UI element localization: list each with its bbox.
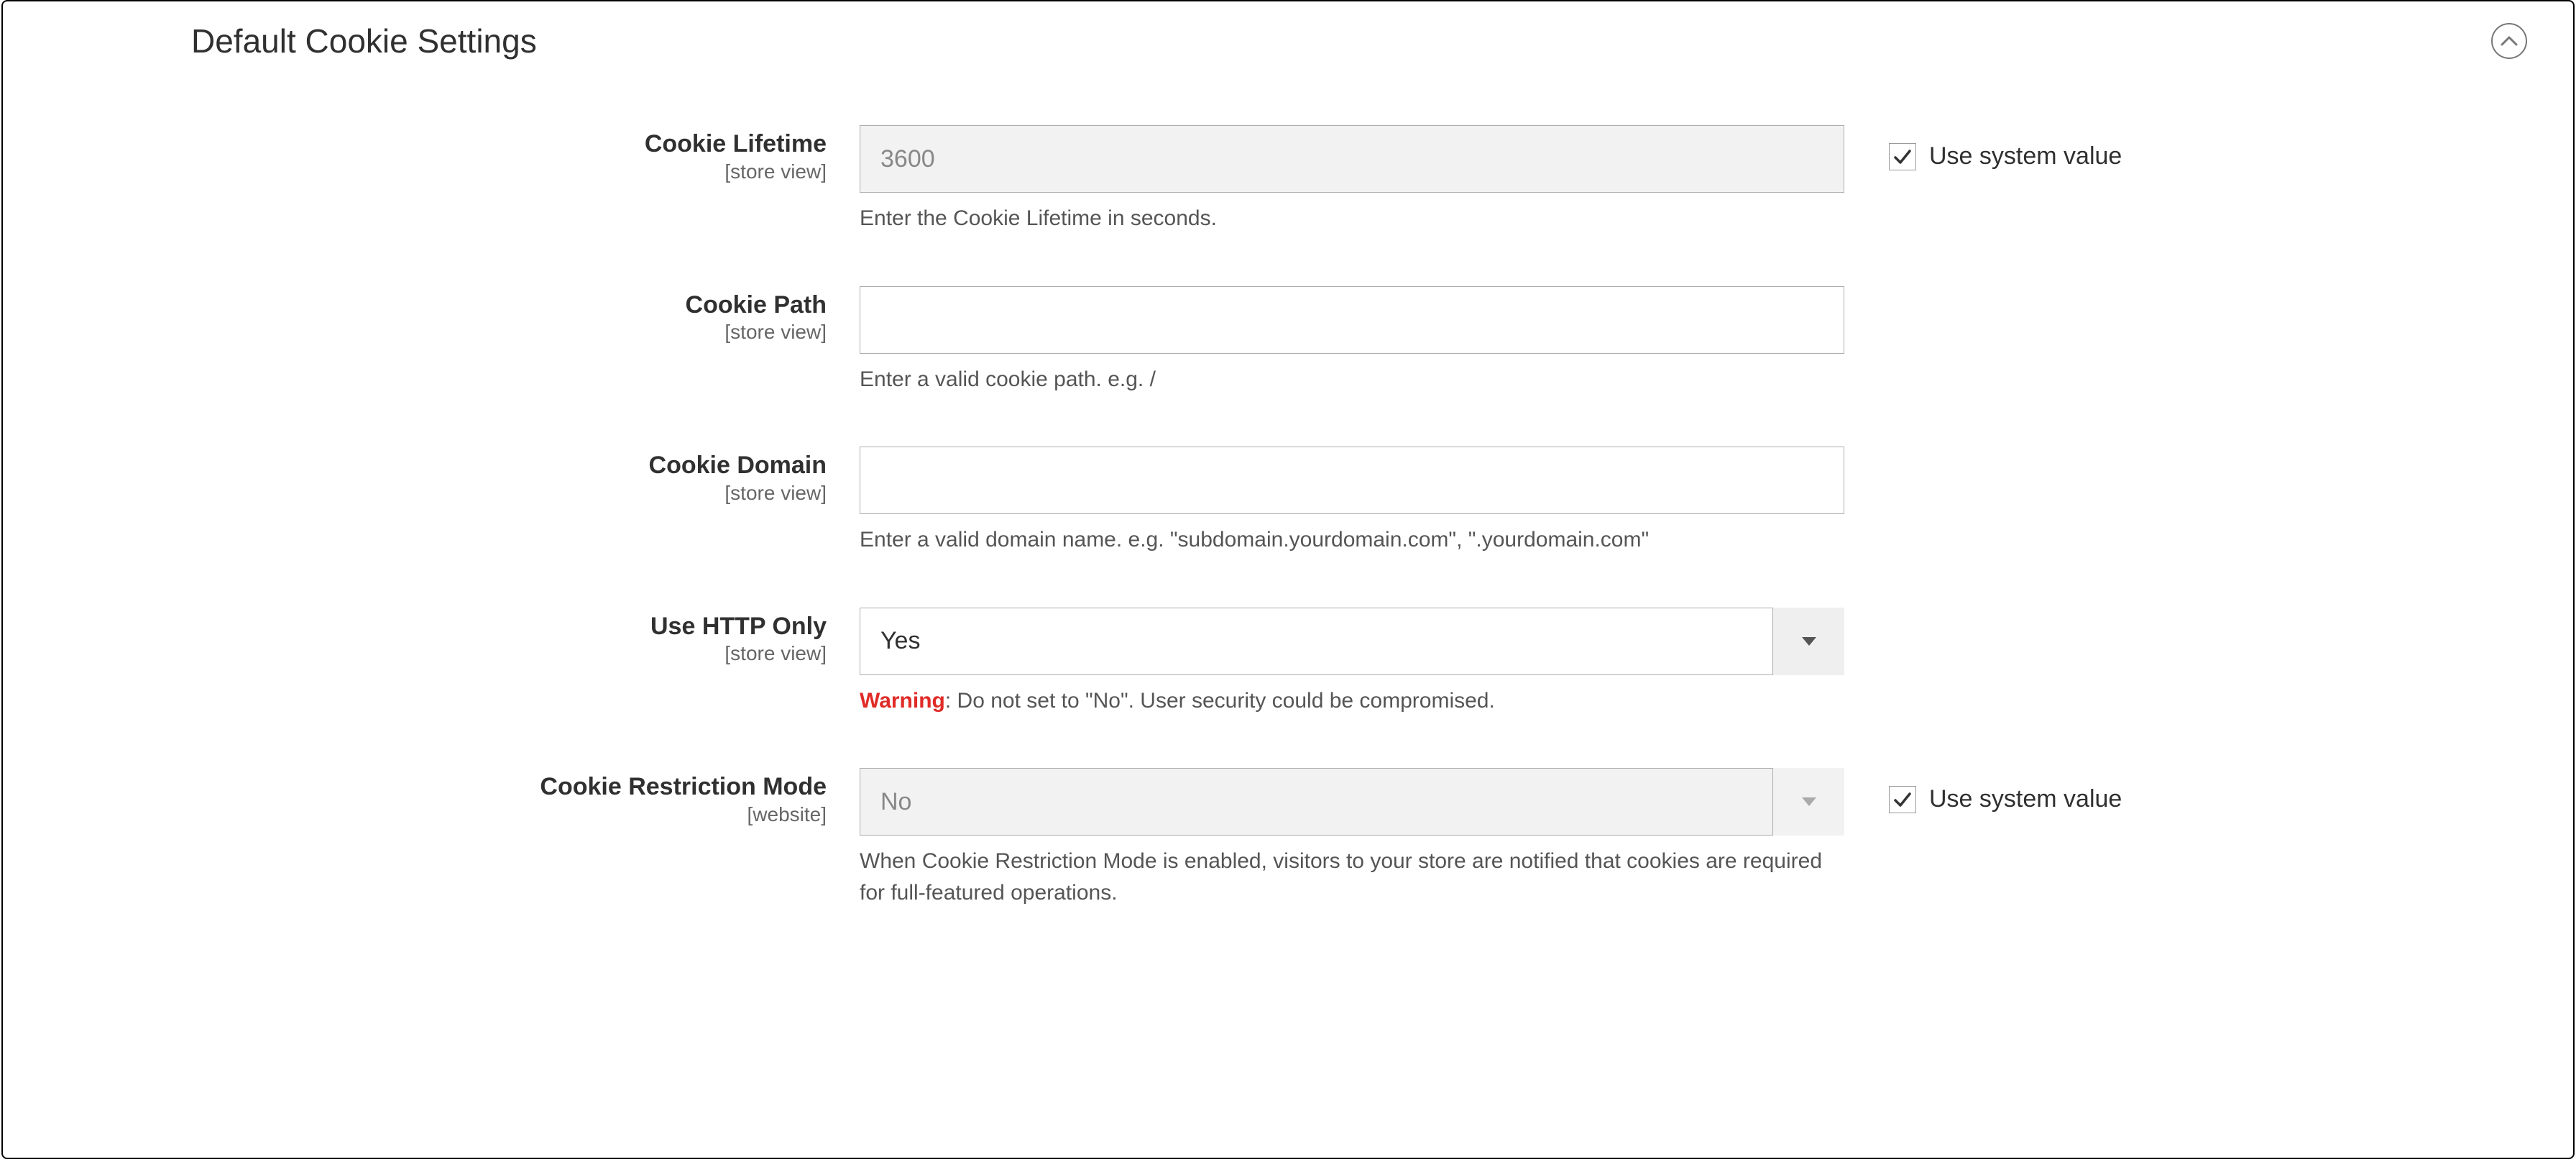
warning-label: Warning bbox=[860, 689, 945, 713]
input-col: No When Cookie Restriction Mode is enabl… bbox=[860, 768, 1844, 908]
fields-container: Cookie Lifetime [store view] Enter the C… bbox=[49, 125, 2527, 908]
field-restriction-mode: Cookie Restriction Mode [website] No Whe… bbox=[191, 768, 2527, 908]
field-cookie-domain: Cookie Domain [store view] Enter a valid… bbox=[191, 447, 2527, 556]
select-value: No bbox=[860, 768, 1844, 836]
use-system-col: Use system value bbox=[1844, 125, 2122, 170]
label-col: Use HTTP Only [store view] bbox=[191, 608, 860, 666]
use-system-col bbox=[1844, 608, 1889, 625]
use-system-label: Use system value bbox=[1929, 785, 2122, 813]
section-title: Default Cookie Settings bbox=[49, 22, 537, 60]
input-col: Yes Warning: Do not set to "No". User se… bbox=[860, 608, 1844, 717]
cookie-path-input[interactable] bbox=[860, 286, 1844, 354]
input-col: Enter a valid cookie path. e.g. / bbox=[860, 286, 1844, 395]
cookie-lifetime-input bbox=[860, 125, 1844, 193]
field-scope: [website] bbox=[191, 803, 827, 826]
use-system-checkbox-lifetime[interactable] bbox=[1889, 143, 1916, 170]
label-col: Cookie Path [store view] bbox=[191, 286, 860, 344]
label-col: Cookie Restriction Mode [website] bbox=[191, 768, 860, 826]
select-arrow bbox=[1772, 608, 1844, 675]
field-hint: Enter a valid domain name. e.g. "subdoma… bbox=[860, 524, 1830, 556]
field-hint: Enter a valid cookie path. e.g. / bbox=[860, 364, 1830, 395]
chevron-down-icon bbox=[1801, 636, 1817, 646]
panel-header: Default Cookie Settings bbox=[49, 22, 2527, 60]
field-hint: Enter the Cookie Lifetime in seconds. bbox=[860, 203, 1830, 234]
field-hint: When Cookie Restriction Mode is enabled,… bbox=[860, 846, 1830, 908]
chevron-down-icon bbox=[1801, 797, 1817, 807]
use-system-col: Use system value bbox=[1844, 768, 2122, 813]
field-scope: [store view] bbox=[191, 160, 827, 183]
check-icon bbox=[1892, 147, 1913, 167]
use-system-label: Use system value bbox=[1929, 142, 2122, 170]
default-cookie-settings-panel: Default Cookie Settings Cookie Lifetime … bbox=[1, 0, 2575, 1159]
http-only-select[interactable]: Yes bbox=[860, 608, 1844, 675]
field-scope: [store view] bbox=[191, 642, 827, 665]
chevron-up-icon bbox=[2501, 35, 2518, 47]
warning-text: : Do not set to "No". User security coul… bbox=[945, 689, 1495, 713]
label-col: Cookie Lifetime [store view] bbox=[191, 125, 860, 183]
field-label: Cookie Restriction Mode bbox=[540, 773, 827, 800]
use-system-col bbox=[1844, 447, 1889, 464]
select-value: Yes bbox=[860, 608, 1844, 675]
field-scope: [store view] bbox=[191, 321, 827, 344]
field-cookie-path: Cookie Path [store view] Enter a valid c… bbox=[191, 286, 2527, 395]
use-system-col bbox=[1844, 286, 1889, 303]
field-hint: Warning: Do not set to "No". User securi… bbox=[860, 685, 1830, 717]
field-label: Cookie Path bbox=[686, 291, 827, 319]
field-label: Cookie Domain bbox=[649, 452, 827, 479]
input-col: Enter a valid domain name. e.g. "subdoma… bbox=[860, 447, 1844, 556]
check-icon bbox=[1892, 790, 1913, 810]
use-system-checkbox-restriction[interactable] bbox=[1889, 786, 1916, 813]
select-arrow bbox=[1772, 768, 1844, 836]
field-cookie-lifetime: Cookie Lifetime [store view] Enter the C… bbox=[191, 125, 2527, 234]
field-label: Use HTTP Only bbox=[650, 613, 827, 640]
cookie-domain-input[interactable] bbox=[860, 447, 1844, 514]
collapse-toggle[interactable] bbox=[2491, 23, 2527, 59]
field-label: Cookie Lifetime bbox=[645, 130, 827, 157]
field-http-only: Use HTTP Only [store view] Yes Warning: … bbox=[191, 608, 2527, 717]
input-col: Enter the Cookie Lifetime in seconds. bbox=[860, 125, 1844, 234]
field-scope: [store view] bbox=[191, 482, 827, 505]
restriction-mode-select: No bbox=[860, 768, 1844, 836]
label-col: Cookie Domain [store view] bbox=[191, 447, 860, 505]
